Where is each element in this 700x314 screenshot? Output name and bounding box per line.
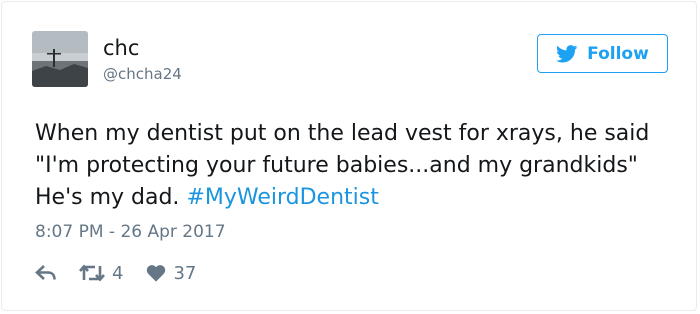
landscape-photo-avatar [32,31,88,87]
timestamp[interactable]: 8:07 PM - 26 Apr 2017 [35,221,226,243]
reply-button[interactable] [35,264,57,282]
like-count: 37 [173,262,197,284]
retweet-count: 4 [112,262,124,284]
twitter-bird-icon [556,44,578,62]
hashtag-link[interactable]: #MyWeirdDentist [186,185,378,210]
handle[interactable]: @chcha24 [103,64,182,84]
tweet-card: chc @chcha24 Follow When my dentist put … [1,1,697,311]
follow-button[interactable]: Follow [537,34,668,73]
action-bar: 4 37 [35,260,196,286]
reply-icon [35,265,56,280]
display-name[interactable]: chc [103,35,139,61]
like-button[interactable]: 37 [146,263,196,284]
heart-icon [147,265,166,282]
avatar[interactable] [32,31,88,87]
follow-label: Follow [587,43,649,64]
retweet-button[interactable]: 4 [79,263,123,284]
tweet-text: When my dentist put on the lead vest for… [35,118,675,214]
retweet-icon [79,264,105,282]
